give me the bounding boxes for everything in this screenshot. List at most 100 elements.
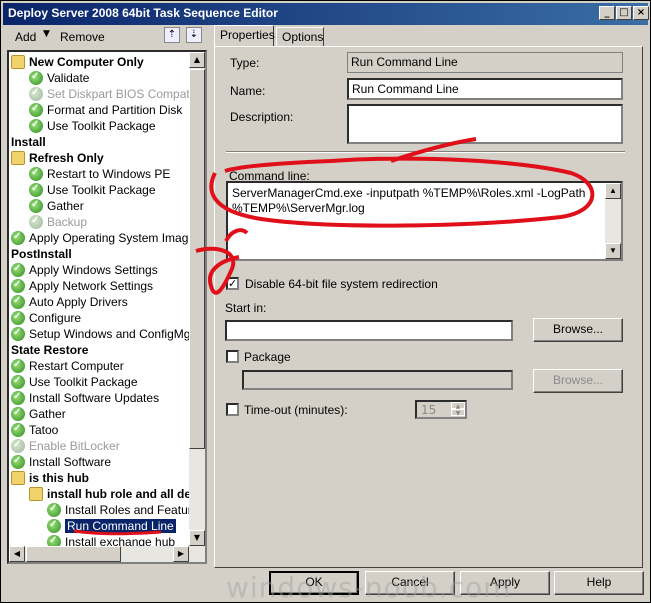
- tree-item-label: Gather: [47, 199, 84, 213]
- tree-item-label: Install: [11, 135, 46, 149]
- tree-item[interactable]: Restart to Windows PE: [29, 165, 170, 182]
- separator: [226, 151, 625, 153]
- tree-item[interactable]: Enable BitLocker: [11, 437, 120, 454]
- task-sequence-tree[interactable]: New Computer Only Validate Set Diskpart BI…: [7, 50, 207, 564]
- tree-item-label: Gather: [29, 407, 66, 421]
- folder-icon: [11, 151, 25, 165]
- tab-properties[interactable]: Properties: [214, 25, 275, 47]
- remove-button[interactable]: Remove: [60, 30, 105, 44]
- check-mark-icon: ✓: [228, 277, 238, 290]
- name-field[interactable]: Run Command Line: [347, 78, 623, 100]
- tree-item[interactable]: Restart Computer: [11, 357, 124, 374]
- success-check-icon: [29, 197, 43, 213]
- tree-item[interactable]: Tatoo: [11, 421, 59, 438]
- move-up-icon[interactable]: ⇡: [164, 27, 180, 43]
- start-in-field[interactable]: [225, 320, 513, 341]
- tree-item-label: Backup: [47, 215, 88, 229]
- tree-item[interactable]: Auto Apply Drivers: [11, 293, 128, 310]
- tree-item[interactable]: Apply Network Settings: [11, 277, 153, 294]
- title-bar[interactable]: Deploy Server 2008 64bit Task Sequence E…: [3, 3, 649, 25]
- package-label: Package: [244, 350, 291, 364]
- success-check-icon: [29, 181, 43, 197]
- scroll-right-icon[interactable]: ▶: [173, 546, 189, 562]
- tree-item[interactable]: Gather: [29, 197, 84, 214]
- tree-item[interactable]: New Computer Only: [11, 54, 144, 70]
- tree-item[interactable]: Setup Windows and ConfigMgr: [11, 325, 194, 342]
- maximize-button[interactable]: □: [616, 6, 632, 20]
- add-menu-button[interactable]: Add: [15, 30, 36, 44]
- type-field: Run Command Line: [347, 52, 623, 73]
- tree-item[interactable]: PostInstall: [11, 246, 72, 262]
- tree-item-label: Tatoo: [29, 423, 59, 437]
- success-check-icon: [29, 69, 43, 85]
- disable-redirection-label: Disable 64-bit file system redirection: [245, 277, 438, 291]
- command-line-field[interactable]: ServerManagerCmd.exe -inputpath %TEMP%\R…: [226, 181, 623, 261]
- success-check-icon: [11, 405, 25, 421]
- tree-item[interactable]: Apply Windows Settings: [11, 261, 158, 278]
- scroll-up-icon[interactable]: ▲: [189, 52, 205, 68]
- scroll-down-icon[interactable]: ▼: [605, 243, 621, 259]
- hscroll-thumb[interactable]: [26, 546, 121, 562]
- tree-item[interactable]: Set Diskpart BIOS Compatibi: [29, 85, 202, 102]
- add-label: Add: [15, 30, 37, 44]
- tree-item[interactable]: Refresh Only: [11, 150, 104, 166]
- tree-item[interactable]: Apply Operating System Image: [11, 229, 196, 246]
- close-button[interactable]: ×: [633, 6, 649, 20]
- tree-item[interactable]: Run Command Line: [47, 517, 176, 534]
- command-line-scrollbar[interactable]: ▲ ▼: [605, 183, 621, 259]
- tree-item[interactable]: Configure: [11, 309, 81, 326]
- scroll-thumb[interactable]: [189, 69, 205, 449]
- tree-item[interactable]: Validate: [29, 69, 89, 86]
- tree-item[interactable]: is this hub: [11, 470, 89, 486]
- start-in-label: Start in:: [225, 301, 267, 315]
- window-title: Deploy Server 2008 64bit Task Sequence E…: [8, 6, 278, 20]
- folder-icon: [11, 471, 25, 485]
- tree-item-label: Apply Operating System Image: [29, 231, 196, 245]
- disable-redirection-checkbox[interactable]: ✓: [226, 277, 239, 290]
- move-down-icon[interactable]: ⇣: [186, 27, 202, 43]
- tree-item-label: install hub role and all de: [47, 487, 192, 501]
- tab-options[interactable]: Options: [276, 27, 324, 47]
- tree-item[interactable]: Install Roles and Feature: [47, 501, 198, 518]
- success-check-icon: [47, 501, 61, 517]
- help-button[interactable]: Help: [554, 571, 644, 595]
- tree-item-label: State Restore: [11, 343, 89, 357]
- success-check-icon: [11, 437, 25, 453]
- timeout-checkbox[interactable]: [226, 403, 239, 416]
- tree-item[interactable]: Install: [11, 134, 46, 150]
- success-check-icon: [29, 85, 43, 101]
- description-field[interactable]: [347, 104, 623, 144]
- tree-item-label: New Computer Only: [29, 55, 144, 69]
- tree-item[interactable]: Backup: [29, 213, 88, 230]
- scroll-down-icon[interactable]: ▼: [189, 530, 205, 546]
- minimize-button[interactable]: _: [599, 6, 615, 20]
- success-check-icon: [29, 213, 43, 229]
- tree-item[interactable]: Install Software Updates: [11, 389, 160, 406]
- scroll-up-icon[interactable]: ▲: [605, 183, 621, 199]
- tree-item[interactable]: install hub role and all de: [29, 486, 191, 502]
- start-in-browse-button[interactable]: Browse...: [533, 318, 623, 342]
- tree-item[interactable]: Use Toolkit Package: [11, 373, 138, 390]
- tree-vertical-scrollbar[interactable]: ▲ ▼: [189, 52, 205, 546]
- tree-item-label: Install Software Updates: [29, 391, 160, 405]
- tree-item-label: Enable BitLocker: [29, 439, 120, 453]
- tree-items: New Computer Only Validate Set Diskpart BI…: [9, 52, 202, 549]
- tree-item[interactable]: Format and Partition Disk: [29, 101, 182, 118]
- success-check-icon: [29, 117, 43, 133]
- tree-item[interactable]: State Restore: [11, 342, 88, 358]
- tree-item[interactable]: Use Toolkit Package: [29, 181, 156, 198]
- spin-down-icon: ▼: [451, 409, 465, 417]
- type-label: Type:: [230, 56, 260, 70]
- tree-horizontal-scrollbar[interactable]: ◀ ▶: [9, 546, 205, 562]
- tree-item-label: Run Command Line: [65, 519, 176, 533]
- tree-item[interactable]: Gather: [11, 405, 66, 422]
- tree-item[interactable]: Use Toolkit Package: [29, 117, 156, 134]
- task-sequence-editor-window: Deploy Server 2008 64bit Task Sequence E…: [0, 0, 651, 604]
- tree-item-label: Restart Computer: [29, 359, 124, 373]
- scroll-left-icon[interactable]: ◀: [9, 546, 25, 562]
- package-checkbox[interactable]: [226, 350, 239, 363]
- tree-item[interactable]: Install Software: [11, 453, 111, 470]
- success-check-icon: [11, 325, 25, 341]
- tree-item-label: is this hub: [29, 471, 89, 485]
- package-field: [242, 370, 513, 390]
